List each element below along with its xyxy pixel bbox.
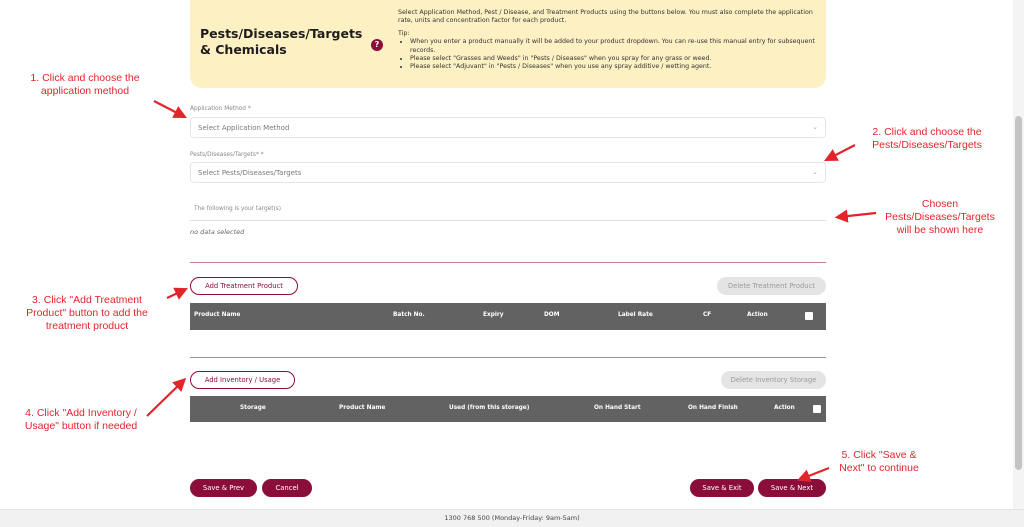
pests-placeholder: Select Pests/Diseases/Targets: [198, 169, 302, 177]
annotation-line: Product" button to add the: [26, 307, 148, 319]
select-all-checkbox[interactable]: [813, 405, 821, 413]
no-data-text: no data selected: [190, 228, 245, 236]
section-divider: [190, 357, 826, 358]
save-next-button[interactable]: Save & Next: [758, 479, 826, 497]
chevron-down-icon: ⌄: [812, 123, 818, 131]
save-exit-button[interactable]: Save & Exit: [690, 479, 754, 497]
annotation-line: 3. Click "Add Treatment: [32, 294, 142, 306]
tip-item: Please select "Grasses and Weeds" in "Pe…: [410, 55, 818, 63]
footer-contact: 1300 768 500 (Monday-Friday: 9am-5am): [0, 509, 1024, 527]
annotation-line: 4. Click "Add Inventory /: [25, 407, 137, 419]
page-title-line2: & Chemicals: [200, 42, 287, 57]
annotation-step-1: 1. Click and choose the application meth…: [10, 72, 160, 98]
application-method-select[interactable]: Select Application Method ⌄: [190, 117, 826, 138]
annotation-step-2: 2. Click and choose the Pests/Diseases/T…: [852, 126, 1002, 152]
pests-select[interactable]: Select Pests/Diseases/Targets ⌄: [190, 162, 826, 183]
delete-inventory-storage-button[interactable]: Delete Inventory Storage: [721, 371, 826, 389]
section-divider: [190, 262, 826, 263]
arrow-step-1: [153, 100, 187, 119]
annotation-line: 1. Click and choose the: [30, 72, 140, 84]
treatment-table-header: Product Name Batch No. Expiry DOM Label …: [190, 303, 826, 330]
tip-item: Please select "Adjuvant" in "Pests / Dis…: [410, 63, 818, 71]
help-icon[interactable]: ?: [371, 39, 383, 51]
annotation-step-3: 3. Click "Add Treatment Product" button …: [12, 294, 162, 333]
col-cf: CF: [703, 312, 712, 318]
col-batch-no: Batch No.: [393, 312, 425, 318]
annotation-step-4: 4. Click "Add Inventory / Usage" button …: [6, 407, 156, 433]
add-treatment-product-button[interactable]: Add Treatment Product: [190, 277, 298, 295]
pests-label: Pests/Diseases/Targets* *: [190, 152, 264, 158]
tip-item: When you enter a product manually it wil…: [410, 38, 818, 55]
add-inventory-usage-button[interactable]: Add Inventory / Usage: [190, 371, 295, 389]
select-all-checkbox[interactable]: [805, 312, 813, 320]
delete-treatment-product-button[interactable]: Delete Treatment Product: [717, 277, 826, 295]
intro-text: Select Application Method, Pest / Diseas…: [398, 9, 813, 25]
col-action: Action: [747, 312, 768, 318]
annotation-line: Chosen: [921, 198, 959, 210]
arrow-step-3: [166, 287, 188, 300]
col-used: Used (from this storage): [449, 405, 530, 411]
annotation-chosen-targets: Chosen Pests/Diseases/Targets will be sh…: [860, 198, 1020, 237]
col-label-rate: Label Rate: [618, 312, 653, 318]
col-storage: Storage: [240, 405, 266, 411]
annotation-line: Next" to continue: [839, 462, 919, 474]
annotation-line: Pests/Diseases/Targets: [885, 211, 995, 223]
inventory-table-header: Storage Product Name Used (from this sto…: [190, 396, 826, 422]
tip-list: When you enter a product manually it wil…: [410, 38, 818, 72]
cancel-button[interactable]: Cancel: [262, 479, 312, 497]
page-title-line1: Pests/Diseases/Targets: [200, 26, 363, 41]
application-method-placeholder: Select Application Method: [198, 124, 290, 132]
annotation-line: application method: [40, 85, 130, 97]
col-dom: DOM: [544, 312, 560, 318]
info-text: Select Application Method, Pest / Diseas…: [398, 9, 818, 72]
arrow-step-2: [824, 144, 856, 162]
annotation-line: Usage" button if needed: [24, 420, 138, 432]
chevron-down-icon: ⌄: [812, 168, 818, 176]
page-title: Pests/Diseases/Targets & Chemicals: [200, 26, 370, 58]
tip-label: Tip:: [398, 29, 410, 37]
col-expiry: Expiry: [483, 312, 504, 318]
targets-divider: [190, 220, 826, 221]
annotation-line: will be shown here: [896, 224, 984, 236]
application-method-label: Application Method *: [190, 106, 251, 112]
save-prev-button[interactable]: Save & Prev: [190, 479, 257, 497]
targets-label: The following is your target(s): [194, 206, 282, 212]
col-on-hand-finish: On Hand Finish: [688, 405, 738, 411]
annotation-line: treatment product: [45, 320, 129, 332]
col-product-name: Product Name: [194, 312, 241, 318]
annotation-step-5: 5. Click "Save & Next" to continue: [824, 449, 934, 475]
scrollbar-thumb[interactable]: [1015, 116, 1022, 470]
col-product-name: Product Name: [339, 405, 386, 411]
col-action: Action: [774, 405, 795, 411]
annotation-line: Pests/Diseases/Targets: [872, 139, 982, 151]
annotation-line: 5. Click "Save &: [841, 449, 917, 461]
annotation-line: 2. Click and choose the: [872, 126, 982, 138]
col-on-hand-start: On Hand Start: [594, 405, 641, 411]
